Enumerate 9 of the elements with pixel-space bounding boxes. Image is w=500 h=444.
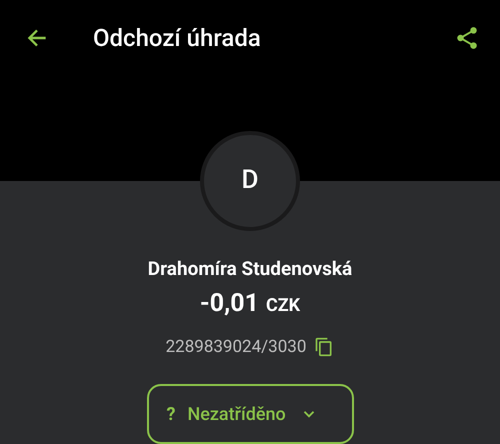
counterparty-name: Drahomíra Studenovská <box>148 256 352 282</box>
account-number: 2289839024/3030 <box>166 336 306 358</box>
avatar-initial: D <box>242 164 258 197</box>
amount: -0,01 <box>200 288 259 320</box>
question-mark-icon: ? <box>166 400 176 428</box>
category-button[interactable]: ? Nezatříděno <box>146 384 354 444</box>
copy-icon[interactable] <box>314 337 334 358</box>
screen-title: Odchozí úhrada <box>93 23 261 54</box>
currency: CZK <box>266 294 300 318</box>
